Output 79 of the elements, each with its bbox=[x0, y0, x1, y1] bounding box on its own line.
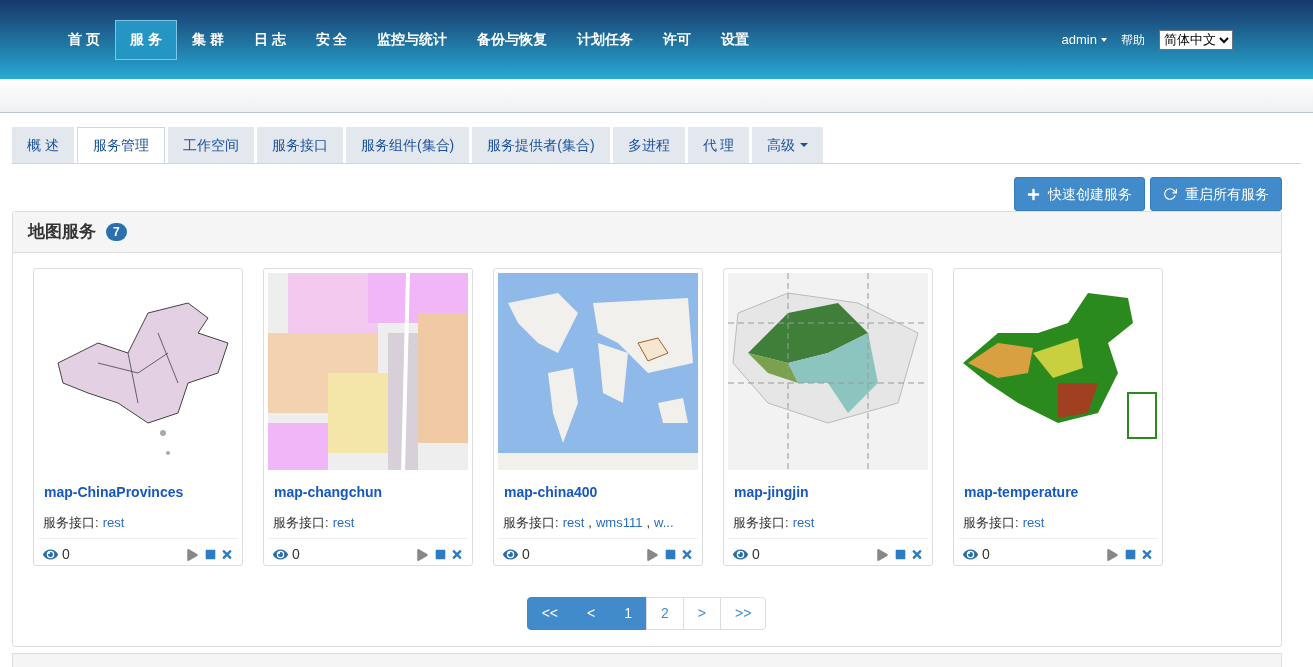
service-name[interactable]: map-ChinaProvinces bbox=[44, 481, 238, 503]
close-icon[interactable] bbox=[451, 548, 463, 561]
restart-services-button[interactable]: 重启所有服务 bbox=[1150, 177, 1282, 211]
play-icon[interactable] bbox=[877, 548, 888, 561]
page-button[interactable]: << bbox=[526, 597, 573, 630]
interface-label: 服务接口: bbox=[733, 513, 789, 532]
interface-link[interactable]: rest bbox=[332, 512, 355, 532]
service-name[interactable]: map-changchun bbox=[274, 481, 468, 503]
close-icon[interactable] bbox=[1141, 548, 1153, 561]
tab[interactable]: 服务接口 bbox=[256, 127, 343, 163]
close-icon[interactable] bbox=[681, 548, 693, 561]
nav-item[interactable]: 设置 bbox=[706, 19, 765, 60]
view-count: 0 bbox=[752, 545, 760, 564]
interface-link[interactable]: rest bbox=[1022, 512, 1045, 532]
interface-link[interactable]: rest bbox=[792, 512, 815, 532]
tab[interactable]: 代 理 bbox=[687, 127, 750, 163]
separator: , bbox=[646, 513, 651, 532]
user-menu[interactable]: admin bbox=[1061, 29, 1107, 50]
create-service-button[interactable]: 快速创建服务 bbox=[1014, 177, 1145, 211]
nav-item[interactable]: 计划任务 bbox=[562, 19, 649, 60]
nav-item[interactable]: 监控与统计 bbox=[362, 19, 463, 60]
interface-link[interactable]: wms111 bbox=[595, 512, 643, 532]
service-name[interactable]: map-temperature bbox=[964, 481, 1158, 503]
tab[interactable]: 工作空间 bbox=[167, 127, 254, 163]
caret-icon bbox=[1101, 37, 1107, 42]
eye-icon bbox=[43, 547, 58, 562]
eye-icon bbox=[273, 547, 288, 562]
interface-label: 服务接口: bbox=[503, 513, 559, 532]
view-count: 0 bbox=[522, 545, 530, 564]
nav-item[interactable]: 许可 bbox=[648, 19, 707, 60]
tab[interactable]: 多进程 bbox=[612, 127, 685, 163]
nav-item[interactable]: 集 群 bbox=[176, 19, 239, 60]
close-icon[interactable] bbox=[911, 548, 923, 561]
page-button[interactable]: 2 bbox=[646, 597, 684, 630]
interface-label: 服务接口: bbox=[963, 513, 1019, 532]
nav-item[interactable]: 安 全 bbox=[300, 19, 363, 60]
refresh-icon bbox=[1163, 187, 1177, 201]
interface-link[interactable]: rest bbox=[102, 512, 125, 532]
panel-title: 地图服务 bbox=[28, 221, 96, 244]
view-count: 0 bbox=[982, 545, 990, 564]
nav-item[interactable]: 日 志 bbox=[238, 19, 301, 60]
play-icon[interactable] bbox=[417, 548, 428, 561]
tab[interactable]: 概 述 bbox=[12, 127, 74, 163]
help-link[interactable]: 帮助 bbox=[1121, 30, 1145, 49]
page-button[interactable]: 1 bbox=[609, 597, 647, 630]
interface-label: 服务接口: bbox=[43, 513, 99, 532]
close-icon[interactable] bbox=[221, 548, 233, 561]
eye-icon bbox=[733, 547, 748, 562]
tab[interactable]: 服务管理 bbox=[76, 127, 165, 163]
page-button[interactable]: >> bbox=[720, 597, 767, 630]
stop-icon[interactable] bbox=[895, 549, 906, 560]
stop-icon[interactable] bbox=[665, 549, 676, 560]
stop-icon[interactable] bbox=[205, 549, 216, 560]
interface-link[interactable]: w... bbox=[654, 512, 674, 532]
interface-link[interactable]: rest bbox=[562, 512, 585, 532]
nav-item[interactable]: 备份与恢复 bbox=[462, 19, 563, 60]
page-button[interactable]: < bbox=[572, 597, 611, 630]
eye-icon bbox=[503, 547, 518, 562]
tab[interactable]: 服务组件(集合) bbox=[345, 127, 470, 163]
interface-label: 服务接口: bbox=[273, 513, 329, 532]
view-count: 0 bbox=[292, 545, 300, 564]
separator: , bbox=[588, 513, 592, 532]
stop-icon[interactable] bbox=[1125, 549, 1136, 560]
tab[interactable]: 高级 bbox=[752, 127, 824, 163]
plus-icon bbox=[1027, 187, 1040, 201]
stop-icon[interactable] bbox=[435, 549, 446, 560]
nav-item[interactable]: 首 页 bbox=[53, 19, 115, 60]
nav-item[interactable]: 服 务 bbox=[114, 19, 177, 60]
eye-icon bbox=[963, 547, 978, 562]
play-icon[interactable] bbox=[187, 548, 198, 561]
count-badge: 7 bbox=[106, 223, 127, 241]
page-button[interactable]: > bbox=[682, 597, 721, 630]
service-name[interactable]: map-jingjin bbox=[734, 481, 928, 503]
tab[interactable]: 服务提供者(集合) bbox=[472, 127, 610, 163]
language-select[interactable]: 简体中文 bbox=[1159, 29, 1233, 50]
service-name[interactable]: map-china400 bbox=[504, 481, 698, 503]
view-count: 0 bbox=[62, 545, 70, 564]
play-icon[interactable] bbox=[647, 548, 658, 561]
play-icon[interactable] bbox=[1107, 548, 1118, 561]
